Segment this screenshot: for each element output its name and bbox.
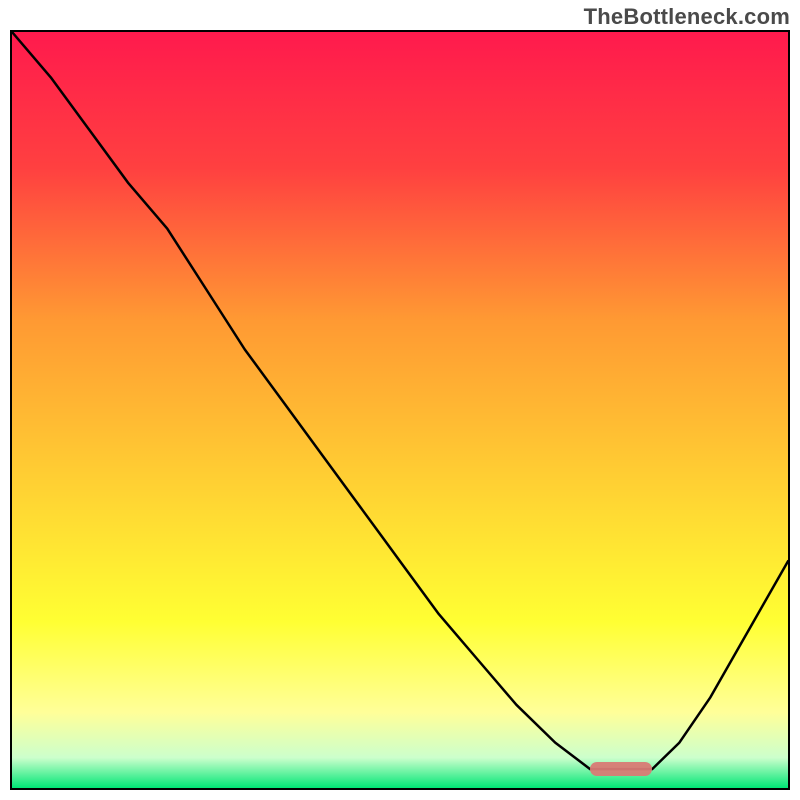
plot-area (10, 30, 790, 790)
optimal-marker (590, 762, 652, 776)
watermark-text: TheBottleneck.com (584, 4, 790, 30)
bottleneck-curve (12, 32, 788, 788)
chart-container: TheBottleneck.com (0, 0, 800, 800)
